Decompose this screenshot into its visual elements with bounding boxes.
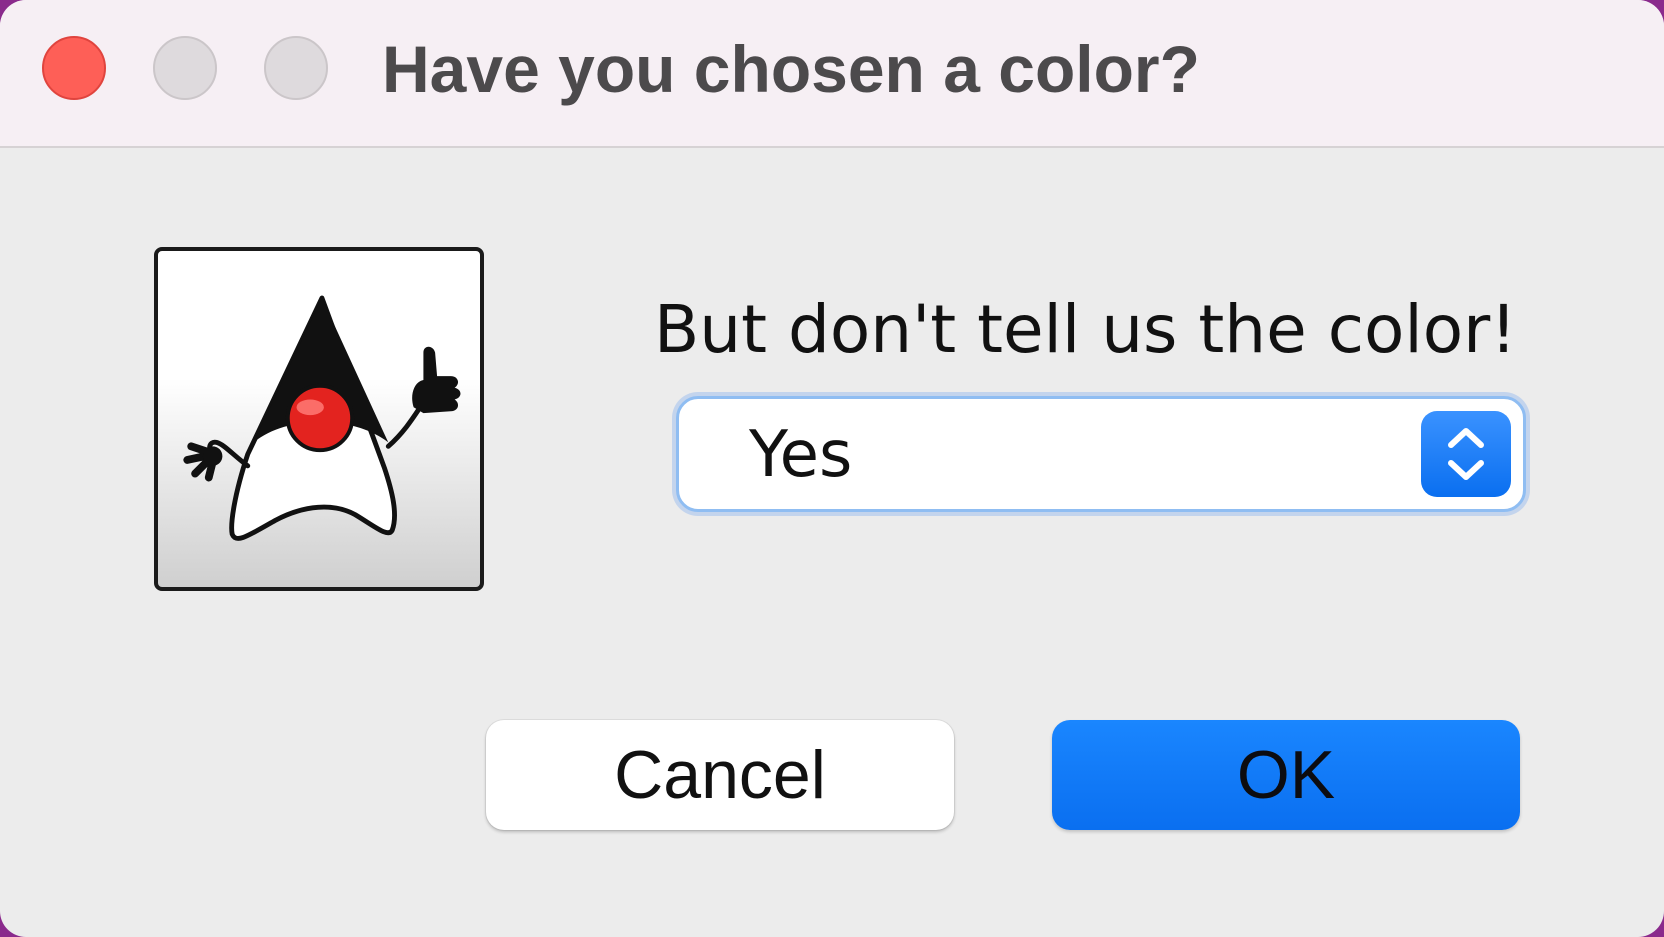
combobox-stepper-button[interactable] [1421,411,1511,497]
choice-combobox[interactable]: Yes [676,396,1526,512]
duke-mascot-graphic [183,295,461,541]
zoom-window-button[interactable] [264,36,328,100]
minimize-window-button[interactable] [153,36,217,100]
window-title: Have you chosen a color? [382,32,1200,106]
cancel-button[interactable]: Cancel [486,720,954,830]
dialog-message: But don't tell us the color! [654,291,1517,368]
close-window-button[interactable] [42,36,106,100]
java-duke-icon [154,247,484,591]
title-bar[interactable]: Have you chosen a color? [0,0,1664,148]
ok-button[interactable]: OK [1052,720,1520,830]
combobox-selected-value: Yes [749,418,853,492]
chevron-up-down-icon [1448,428,1484,480]
dialog-window: Have you chosen a color? But don't tell … [0,0,1664,937]
